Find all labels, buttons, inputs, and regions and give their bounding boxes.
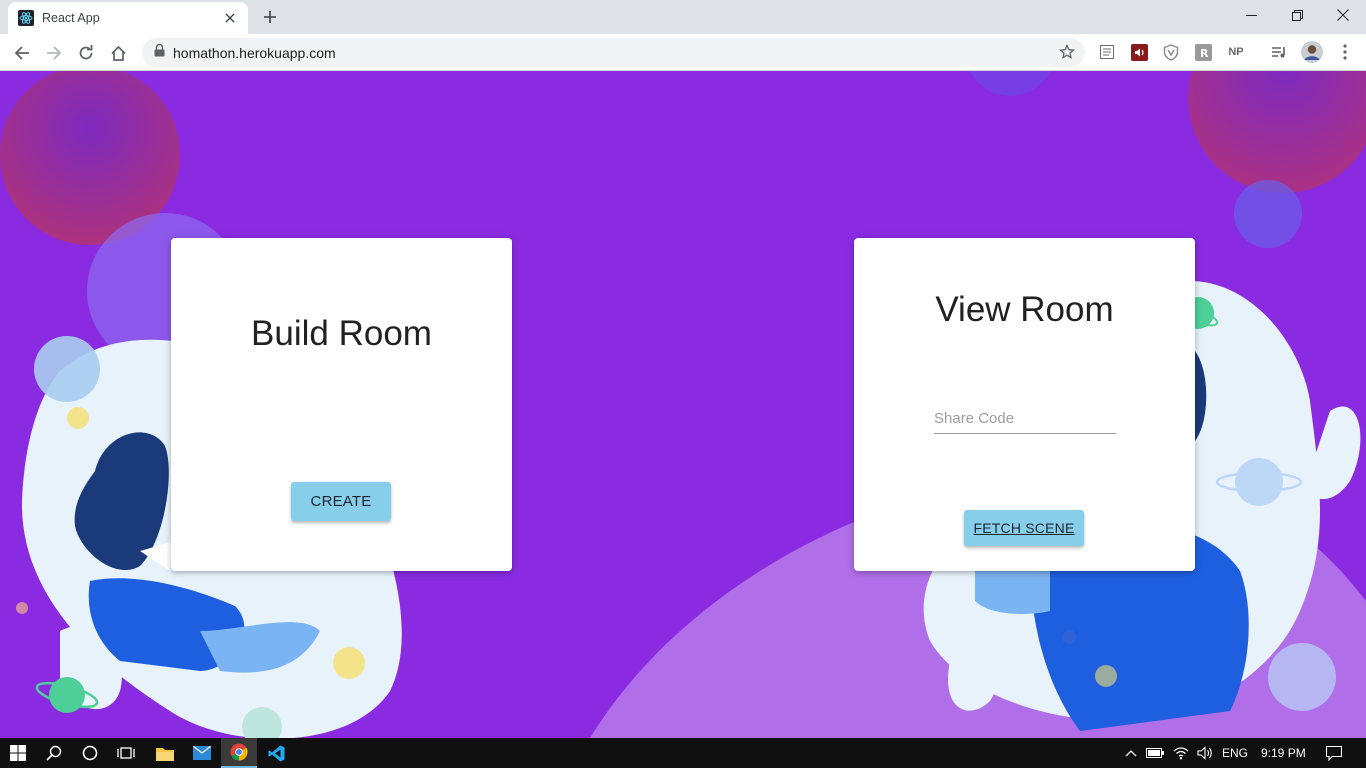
browser-tab[interactable]: React App <box>8 2 248 34</box>
svg-text:R: R <box>1200 47 1209 60</box>
close-window-icon[interactable] <box>1320 0 1366 30</box>
view-room-card: View Room FETCH SCENE <box>854 238 1195 571</box>
new-tab-button[interactable] <box>258 5 282 29</box>
task-view-icon[interactable] <box>108 738 144 768</box>
react-logo-icon <box>18 10 34 26</box>
windows-start-icon[interactable] <box>0 738 36 768</box>
np-extension-label: NP <box>1228 46 1244 58</box>
mail-icon[interactable] <box>184 738 220 768</box>
tab-strip: React App <box>0 0 1366 34</box>
notifications-icon[interactable] <box>1316 738 1352 768</box>
view-room-title: View Room <box>935 290 1114 329</box>
create-button[interactable]: CREATE <box>291 482 391 521</box>
share-code-input[interactable] <box>934 404 1116 434</box>
build-room-card: Build Room CREATE <box>171 238 512 571</box>
minimize-icon[interactable] <box>1228 0 1274 30</box>
cortana-icon[interactable] <box>72 738 108 768</box>
back-icon[interactable] <box>8 39 36 67</box>
page-viewport: Build Room CREATE View Room FETCH SCENE <box>0 71 1366 738</box>
close-tab-icon[interactable] <box>222 10 238 26</box>
clock[interactable]: 9:19 PM <box>1261 746 1306 760</box>
playlist-icon[interactable] <box>1270 43 1288 61</box>
np-extension-icon[interactable]: NP <box>1224 43 1248 61</box>
home-icon[interactable] <box>104 39 132 67</box>
vscode-icon[interactable] <box>258 738 294 768</box>
r-icon[interactable]: R <box>1194 43 1212 61</box>
file-explorer-icon[interactable] <box>147 738 183 768</box>
browser-toolbar: homathon.herokuapp.com R NP <box>0 34 1366 71</box>
profile-avatar[interactable] <box>1301 41 1323 63</box>
wifi-icon[interactable] <box>1168 738 1194 768</box>
bookmark-star-icon[interactable] <box>1058 43 1076 65</box>
tab-title: React App <box>42 11 100 25</box>
shield-icon[interactable] <box>1162 43 1180 61</box>
language-indicator[interactable]: ENG <box>1222 746 1248 760</box>
restore-icon[interactable] <box>1274 0 1320 30</box>
forward-icon[interactable] <box>40 39 68 67</box>
windows-taskbar: ENG 9:19 PM <box>0 738 1366 768</box>
fetch-scene-button[interactable]: FETCH SCENE <box>964 510 1084 546</box>
menu-kebab-icon[interactable] <box>1336 43 1354 61</box>
volume-icon[interactable] <box>1192 738 1218 768</box>
address-bar[interactable]: homathon.herokuapp.com <box>142 38 1085 67</box>
lock-icon <box>154 43 165 62</box>
audio-icon[interactable] <box>1130 43 1148 61</box>
battery-icon[interactable] <box>1142 738 1168 768</box>
search-icon[interactable] <box>36 738 72 768</box>
url-text: homathon.herokuapp.com <box>173 44 336 61</box>
build-room-title: Build Room <box>251 314 432 353</box>
reload-icon[interactable] <box>72 39 100 67</box>
chrome-taskbar-icon[interactable] <box>221 738 257 768</box>
reader-icon[interactable] <box>1098 43 1116 61</box>
